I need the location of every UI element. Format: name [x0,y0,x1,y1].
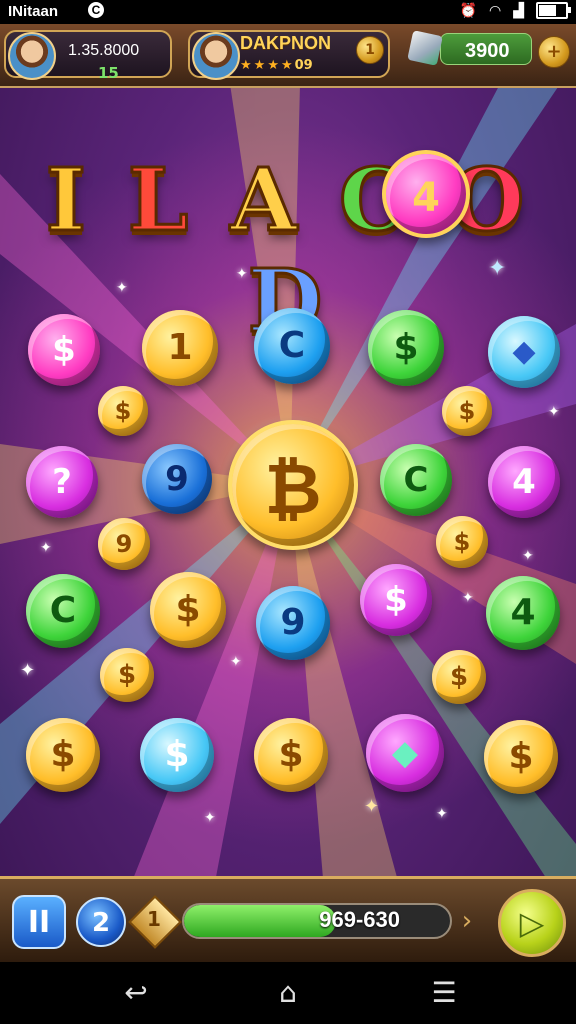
player1-score: 1.35.8000 [68,42,140,59]
coin-tile[interactable]: $ [150,572,226,648]
player2-coin-icon: 1 [356,36,384,64]
coin-tile[interactable]: $ [432,650,486,704]
player1-panel[interactable]: 1.35.8000 15 [4,30,172,82]
sparkle-icon: ✦ [40,540,52,556]
coin-tile[interactable]: 4 [488,446,560,518]
add-gems-button[interactable]: + [538,36,570,68]
diamond-label: 1 [147,907,161,931]
sparkle-icon: ✦ [236,266,248,282]
gem-cube-icon [407,30,443,66]
sparkle-icon: ✦ [116,280,128,296]
sparkle-icon: ✦ [436,806,448,822]
player1-avatar[interactable] [8,32,56,80]
game-title: I L A C O D [0,149,576,354]
coin-tile[interactable]: 9 [98,518,150,570]
alarm-icon: ⏰ [459,2,477,18]
android-nav-bar: ↩ ⌂ ☰ [0,962,576,1024]
coin-tile[interactable]: ◆ [366,714,444,792]
sparkle-icon: ✦ [204,810,216,826]
player2-rating: ★ ★ ★ ★ 09 [240,58,313,73]
progress-text: 969-630 [319,907,400,932]
title-emblem: 4 [382,150,470,238]
coin-tile[interactable]: $ [98,386,148,436]
coin-tile[interactable]: $ [484,720,558,794]
coin-tile[interactable]: $ [368,310,444,386]
sparkle-icon: ✦ [522,548,534,564]
sparkle-icon: ✦ [230,654,242,670]
coin-tile[interactable]: C [380,444,452,516]
coin-tile[interactable]: C [254,308,330,384]
back-icon[interactable]: ↩ [116,976,156,1010]
coin-tile[interactable]: $ [254,718,328,792]
chevron-right-icon[interactable]: › [452,905,482,937]
player2-name: DAKPNON [240,33,332,53]
recents-icon[interactable]: ☰ [424,976,464,1010]
wifi-icon: ◠ [489,2,502,18]
sync-icon: C [88,2,104,18]
star-icon: ★ [280,58,293,73]
sparkle-icon: ✦ [364,796,380,817]
title-letter: L [126,149,195,253]
coin-tile[interactable]: ? [26,446,98,518]
coin-tile[interactable]: $ [26,718,100,792]
coin-tile[interactable]: 9 [142,444,212,514]
title-letter: I [44,149,92,253]
star-icon: ★ [240,58,252,73]
top-hud: 1.35.8000 15 DAKPNON 1 ★ ★ ★ ★ 09 3900 + [0,24,576,88]
play-button[interactable]: ▷ [498,889,566,957]
bottom-hud: II 2 1 969-630 › ▷ [0,876,576,965]
coin-tile[interactable]: $ [140,718,214,792]
coin-tile[interactable]: $ [436,516,488,568]
coin-tile[interactable]: $ [360,564,432,636]
sparkle-icon: ✦ [462,590,474,606]
coin-tile[interactable]: 9 [256,586,330,660]
sparkle-icon: ✦ [488,256,507,281]
battery-icon [536,2,571,19]
home-icon[interactable]: ⌂ [268,976,308,1010]
coin-tile[interactable]: 1 [142,310,218,386]
star-icon: ★ [267,58,279,73]
sparkle-icon: ✦ [548,404,560,420]
coin-tile[interactable]: $ [28,314,100,386]
status-icons: ⏰ ◠ ▟ [459,2,571,19]
star-icon: ★ [253,58,266,73]
coin-tile[interactable]: C [26,574,100,648]
level-badge: 2 [76,897,126,947]
gems-count: 3900 [465,40,510,62]
carrier-label: INitaan [8,3,59,20]
coin-tile[interactable]: ◆ [488,316,560,388]
title-letter: A [229,149,304,253]
coin-tile[interactable]: 4 [486,576,560,650]
center-bitcoin-coin[interactable]: ₿ [228,420,358,550]
player2-level: 09 [294,58,313,73]
status-bar: INitaan C ⏰ ◠ ▟ [0,0,576,24]
coin-tile[interactable]: $ [100,648,154,702]
signal-icon: ▟ [513,2,524,18]
player2-avatar[interactable] [192,32,240,80]
sparkle-icon: ✦ [20,660,36,681]
player1-level: 15 [98,64,119,82]
coin-tile[interactable]: $ [442,386,492,436]
pause-button[interactable]: II [12,895,66,949]
